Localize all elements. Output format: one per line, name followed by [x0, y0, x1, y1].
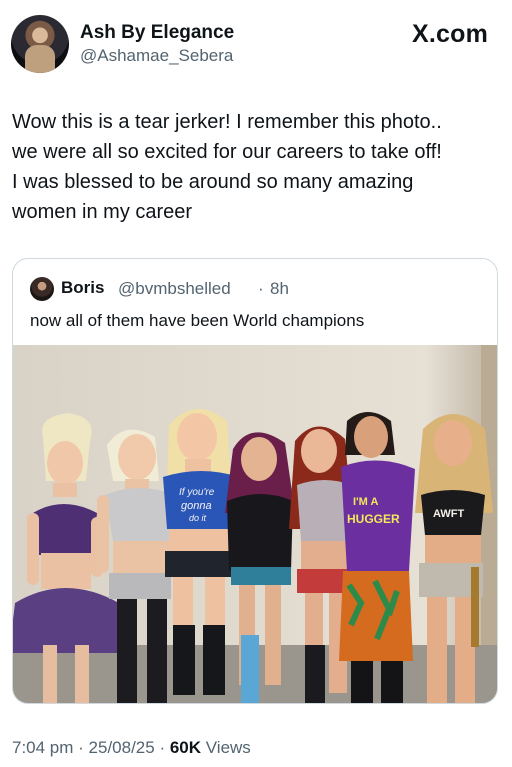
quoted-separator: · — [258, 279, 264, 298]
tweet-date[interactable]: 25/08/25 — [89, 738, 155, 757]
tweet-meta: 7:04 pm · 25/08/25 · 60K Views — [12, 738, 251, 758]
quoted-photo[interactable]: If you're gonna do it I'M A HUGGER AWFT — [13, 345, 498, 704]
quoted-tweet-text: now all of them have been World champion… — [30, 311, 365, 330]
tweet-text: Wow this is a tear jerker! I remember th… — [12, 111, 442, 223]
shirt-text-5: HUGGER — [347, 512, 400, 526]
views-count[interactable]: 60K — [170, 738, 201, 757]
shirt-text-6: AWFT — [433, 508, 464, 520]
quoted-tweet-card[interactable]: Boris @bvmbshelled · 8h now all of them … — [12, 258, 498, 704]
author-avatar[interactable] — [11, 15, 69, 73]
meta-separator-2: · — [154, 738, 170, 757]
x-com-brand-label: X.com — [411, 20, 488, 48]
shirt-text-4: I'M A — [353, 496, 378, 508]
quoted-author-avatar[interactable] — [30, 277, 54, 301]
views-label: Views — [201, 738, 251, 757]
shirt-text-2: gonna — [181, 500, 212, 512]
shirt-text-3: do it — [189, 513, 207, 523]
author-display-name[interactable]: Ash By Elegance — [80, 22, 234, 44]
tweet-time[interactable]: 7:04 pm — [12, 738, 73, 757]
quoted-author-name[interactable]: Boris — [61, 278, 104, 298]
quoted-timestamp[interactable]: 8h — [270, 279, 289, 299]
shirt-text-1: If you're — [179, 487, 215, 498]
author-handle[interactable]: @Ashamae_Sebera — [80, 46, 233, 66]
meta-separator-1: · — [73, 738, 89, 757]
quoted-author-handle[interactable]: @bvmbshelled — [118, 279, 231, 299]
